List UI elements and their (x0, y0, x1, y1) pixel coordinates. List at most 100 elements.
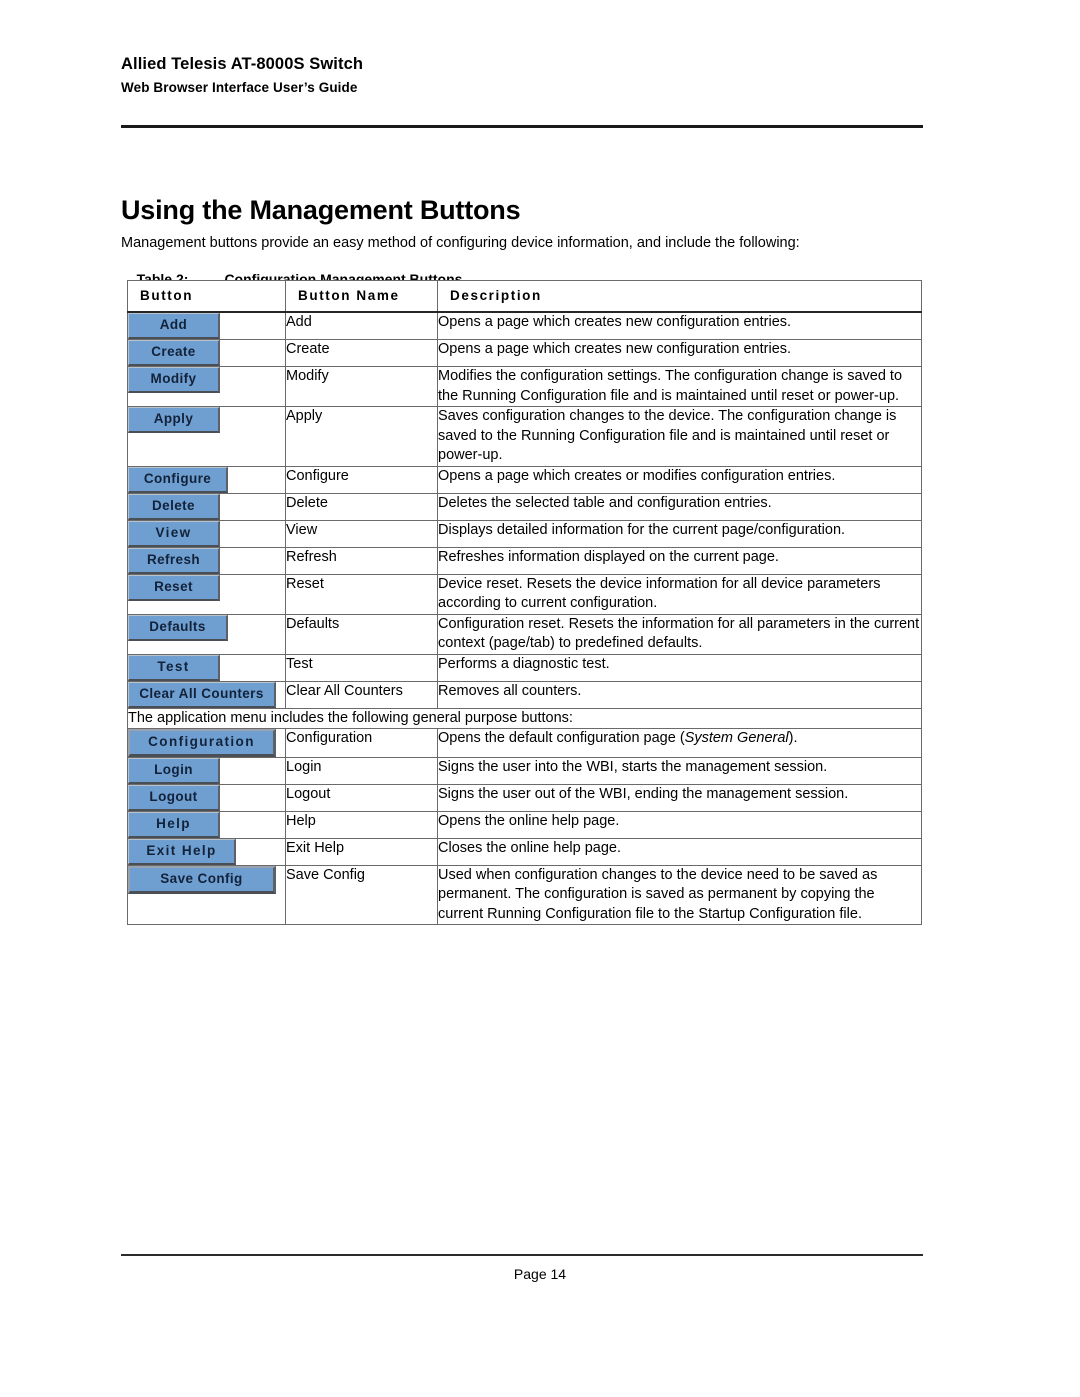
modify-button[interactable]: Modify (128, 367, 220, 393)
button-name-cell: Clear All Counters (285, 680, 438, 709)
intro-paragraph: Management buttons provide an easy metho… (121, 234, 800, 251)
button-name-cell: Login (285, 756, 438, 785)
table-header-row: Button Button Name Description (127, 280, 922, 313)
button-cell: Clear All Counters (127, 680, 286, 709)
table-row: Logout Logout Signs the user out of the … (127, 783, 922, 812)
create-button[interactable]: Create (128, 340, 220, 366)
page-title: Using the Management Buttons (121, 195, 521, 226)
apply-button[interactable]: Apply (128, 407, 220, 433)
button-cell: Reset (127, 573, 286, 615)
header-divider-rule (121, 125, 923, 128)
table-row: Save Config Save Config Used when config… (127, 864, 922, 925)
delete-button[interactable]: Delete (128, 493, 220, 520)
description-cell: Used when configuration changes to the d… (437, 864, 922, 925)
description-cell: Saves configuration changes to the devic… (437, 406, 922, 467)
button-cell: Apply (127, 406, 286, 467)
button-cell: Configure (127, 465, 286, 494)
configuration-button[interactable]: Configuration (128, 728, 276, 757)
document-page: Allied Telesis AT-8000S Switch Web Brows… (0, 0, 1080, 1397)
table-row: Refresh Refresh Refreshes information di… (127, 546, 922, 575)
button-name-cell: Logout (285, 783, 438, 812)
save-config-button[interactable]: Save Config (128, 865, 276, 894)
description-text-pre: Opens the default configuration page ( (438, 729, 685, 746)
view-button[interactable]: View (128, 520, 220, 547)
button-cell: Exit Help (127, 837, 286, 866)
column-header-button-name: Button Name (285, 280, 438, 313)
column-header-button: Button (127, 280, 286, 313)
button-name-cell: Exit Help (285, 837, 438, 866)
table-row: Reset Reset Device reset. Resets the dev… (127, 573, 922, 615)
login-button[interactable]: Login (128, 757, 220, 784)
description-cell: Configuration reset. Resets the informat… (437, 613, 922, 655)
running-header: Allied Telesis AT-8000S Switch Web Brows… (121, 54, 923, 97)
button-cell: Save Config (127, 864, 286, 925)
description-cell: Modifies the configuration settings. The… (437, 366, 922, 407)
table-row: Apply Apply Saves configuration changes … (127, 406, 922, 467)
test-button[interactable]: Test (128, 654, 220, 681)
button-cell: View (127, 519, 286, 548)
button-name-cell: Refresh (285, 546, 438, 575)
logout-button[interactable]: Logout (128, 784, 220, 811)
button-cell: Defaults (127, 613, 286, 655)
configure-button[interactable]: Configure (128, 466, 228, 493)
header-guide-subtitle: Web Browser Interface User’s Guide (121, 80, 358, 95)
table-row: Test Test Performs a diagnostic test. (127, 653, 922, 682)
footer-divider-rule (121, 1254, 923, 1256)
exit-help-button[interactable]: Exit Help (128, 838, 236, 865)
reset-button[interactable]: Reset (128, 574, 220, 601)
button-name-cell: Delete (285, 492, 438, 521)
column-header-description: Description (437, 280, 922, 313)
description-cell: Displays detailed information for the cu… (437, 519, 922, 548)
button-name-cell: Configure (285, 465, 438, 494)
clear-all-counters-button[interactable]: Clear All Counters (128, 681, 276, 708)
button-cell: Login (127, 756, 286, 785)
defaults-button[interactable]: Defaults (128, 614, 228, 641)
table-row: Create Create Opens a page which creates… (127, 339, 922, 367)
description-cell: Deletes the selected table and configura… (437, 492, 922, 521)
button-cell: Add (127, 311, 286, 340)
description-cell: Performs a diagnostic test. (437, 653, 922, 682)
table-row: Configure Configure Opens a page which c… (127, 465, 922, 494)
table-row: Defaults Defaults Configuration reset. R… (127, 613, 922, 655)
description-cell: Opens a page which creates or modifies c… (437, 465, 922, 494)
button-cell: Modify (127, 366, 286, 407)
description-text-post: ). (788, 729, 798, 746)
table-row: Clear All Counters Clear All Counters Re… (127, 680, 922, 709)
button-name-cell: Modify (285, 366, 438, 407)
description-cell: Signs the user into the WBI, starts the … (437, 756, 922, 785)
description-cell: Closes the online help page. (437, 837, 922, 866)
button-name-cell: Configuration (285, 727, 438, 758)
button-name-cell: Apply (285, 406, 438, 467)
configuration-management-buttons-table: Button Button Name Description Add Add O… (127, 280, 922, 925)
button-cell: Logout (127, 783, 286, 812)
general-purpose-note: The application menu includes the follow… (127, 707, 922, 729)
add-button[interactable]: Add (128, 313, 220, 339)
table-row: Login Login Signs the user into the WBI,… (127, 756, 922, 785)
button-cell: Test (127, 653, 286, 682)
button-name-cell: View (285, 519, 438, 548)
button-name-cell: Save Config (285, 864, 438, 925)
button-name-cell: Reset (285, 573, 438, 615)
description-cell: Removes all counters. (437, 680, 922, 709)
table-row: View View Displays detailed information … (127, 519, 922, 548)
refresh-button[interactable]: Refresh (128, 547, 220, 574)
button-name-cell: Defaults (285, 613, 438, 655)
table-row: Exit Help Exit Help Closes the online he… (127, 837, 922, 866)
button-cell: Refresh (127, 546, 286, 575)
button-cell: Delete (127, 492, 286, 521)
description-text-italic: System General (684, 729, 789, 746)
description-cell: Opens a page which creates new configura… (437, 311, 922, 340)
description-cell: Refreshes information displayed on the c… (437, 546, 922, 575)
table-row: Help Help Opens the online help page. (127, 810, 922, 839)
button-cell: Help (127, 810, 286, 839)
help-button[interactable]: Help (128, 811, 220, 838)
table-row: Delete Delete Deletes the selected table… (127, 492, 922, 521)
description-cell: Signs the user out of the WBI, ending th… (437, 783, 922, 812)
button-cell: Create (127, 339, 286, 367)
button-name-cell: Test (285, 653, 438, 682)
footer-page-number: Page 14 (513, 1266, 567, 1282)
description-cell: Opens the default configuration page (Sy… (437, 727, 922, 758)
table-row: Add Add Opens a page which creates new c… (127, 311, 922, 340)
button-name-cell: Add (285, 311, 438, 340)
table-row: Configuration Configuration Opens the de… (127, 727, 922, 758)
